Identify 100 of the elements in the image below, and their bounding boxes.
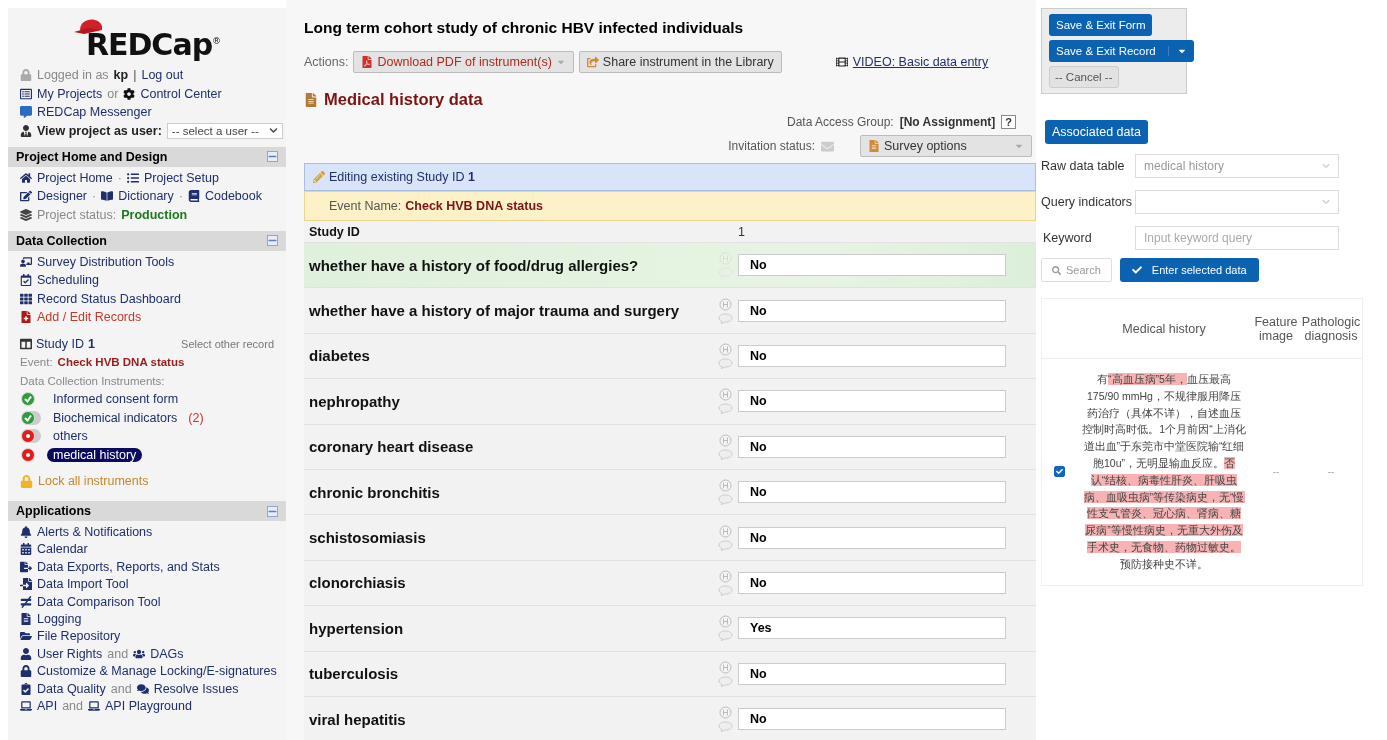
comment-icon[interactable] [717,448,733,460]
enter-data-button[interactable]: Enter selected data [1119,258,1259,282]
app-link[interactable]: Customize & Manage Locking/E-signatures [37,664,277,679]
answer-field[interactable]: No [738,390,1006,413]
comment-icon[interactable] [717,403,733,415]
history-icon[interactable] [718,388,732,402]
medical-history-text: 有“高血压病”5年，血压最高175/90 mmHg，不规律服用降压药治疗（具体不详），自述血压控制时高时低。1个月前因“上消化道出血”于东莞市中堂医院输“红细胞10u”，无明显输血反应。否认“结核、病毒性肝炎、肝吸虫病、血吸虫病”等传染病史，无“慢性支气管炎、冠心病、肾病、糖尿病”等慢性病史，无重大外伤及手术史，无食物、药物过敏史。 预防接种史不详。 [1082,372,1246,572]
control-center-link[interactable]: Control Center [140,86,222,101]
app-link[interactable]: Data Comparison Tool [37,594,161,609]
form-title: Medical history data [324,90,483,109]
help-button[interactable]: ? [1001,115,1016,129]
field-label: Query indicators [1041,195,1133,209]
comment-icon[interactable] [717,357,733,369]
project-link[interactable]: Dictionary [118,189,174,203]
comment-icon[interactable] [717,539,733,551]
nav-link[interactable]: Survey Distribution Tools [37,254,175,269]
comment-icon[interactable] [717,494,733,506]
app-link[interactable]: Data Import Tool [37,577,129,592]
field-label: schistosomiasis [308,529,427,547]
nav-link[interactable]: Scheduling [37,273,99,287]
download-pdf-button[interactable]: Download PDF of instrument(s) [353,51,574,73]
separator: | [133,68,137,82]
users-icon [133,647,146,660]
app-link[interactable]: Logging [37,611,82,626]
app-link[interactable]: API [37,698,58,713]
field-label: whether have a history of major trauma and surgery [308,302,681,320]
pdf-icon [361,56,374,68]
comment-icon[interactable] [717,584,733,596]
save-exit-form-button[interactable]: Save & Exit Form [1049,14,1153,36]
and-text: and [62,698,83,713]
history-icon[interactable] [718,706,732,720]
answer-field[interactable]: No [738,435,1006,458]
survey-options-button[interactable]: Survey options [860,135,1032,157]
comment-icon[interactable] [717,721,733,733]
history-icon[interactable] [718,297,732,311]
answer-field[interactable]: No [738,254,1006,277]
project-link[interactable]: Project Home [37,170,113,185]
import-icon [20,578,32,591]
history-icon[interactable] [718,524,732,538]
field-label: Study ID [308,224,361,239]
separator: · [117,170,122,185]
cancel-button[interactable]: -- Cancel -- [1049,66,1119,88]
comment-icon[interactable] [717,312,733,324]
lock-icon [20,665,32,678]
nav-link[interactable]: Add / Edit Records [37,310,142,324]
answer-field[interactable]: No [738,662,1006,685]
history-icon[interactable] [718,660,732,674]
project-link[interactable]: Codebook [204,189,262,203]
collapse-icon[interactable] [267,505,278,517]
instrument-link[interactable]: Informed consent form [47,392,185,406]
logout-link[interactable]: Log out [141,68,184,82]
answer-field[interactable]: No [738,299,1006,322]
app-link[interactable]: File Repository [37,629,121,644]
answer-field[interactable]: No [738,481,1006,504]
answer-field[interactable]: No [738,526,1006,549]
answer-field[interactable]: No [738,708,1006,731]
app-link[interactable]: DAGs [150,646,184,661]
instruments-label: Data Collection Instruments: [20,374,165,387]
answer-field[interactable]: Yes [738,617,1006,640]
comment-icon[interactable] [717,630,733,642]
clipboard-icon [20,682,32,695]
lock-icon [20,474,33,488]
messenger-link[interactable]: REDCap Messenger [37,105,152,119]
history-icon[interactable] [718,479,732,493]
video-link[interactable]: VIDEO: Basic data entry [852,55,989,69]
share-button[interactable]: Share instrument in the Library [578,51,782,73]
or-text: or [107,86,119,101]
app-link[interactable]: API Playground [105,698,192,713]
history-icon[interactable] [718,433,732,447]
save-exit-record-button[interactable]: Save & Exit Record [1049,40,1194,62]
comment-icon[interactable] [717,675,733,687]
app-link[interactable]: User Rights [37,646,103,661]
select-record-link[interactable]: Select other record [181,337,274,350]
history-icon[interactable] [718,615,732,629]
project-link[interactable]: Designer [37,189,88,203]
associated-data-button[interactable]: Associated data [1045,120,1148,144]
collapse-icon[interactable] [267,151,278,162]
instrument-link[interactable]: medical history [47,447,143,462]
app-link[interactable]: Calendar [37,542,88,557]
app-link[interactable]: Resolve Issues [153,681,239,696]
app-link[interactable]: Alerts & Notifications [37,525,153,539]
app-link[interactable]: Data Exports, Reports, and Stats [37,559,220,574]
history-icon[interactable] [718,569,732,583]
record-id: 1 [87,336,95,351]
row-checkbox[interactable] [1053,466,1065,478]
my-projects-link[interactable]: My Projects [37,86,103,101]
answer-field[interactable]: No [738,344,1006,367]
collapse-icon[interactable] [267,235,278,246]
column-header: Pathologic diagnosis [1300,314,1362,343]
keyword-field[interactable]: Input keyword query [1135,226,1339,250]
history-icon[interactable] [718,342,732,356]
user-select[interactable]: -- select a user -- [166,122,283,139]
answer-field[interactable]: No [738,571,1006,594]
instrument-link[interactable]: Biochemical indicators [47,410,184,425]
nav-link[interactable]: Record Status Dashboard [37,291,181,306]
calendar-icon [20,543,32,556]
app-link[interactable]: Data Quality [37,681,106,696]
instrument-link[interactable]: others [47,429,94,443]
project-link[interactable]: Project Setup [143,170,219,185]
indicator-select[interactable] [1135,190,1339,214]
